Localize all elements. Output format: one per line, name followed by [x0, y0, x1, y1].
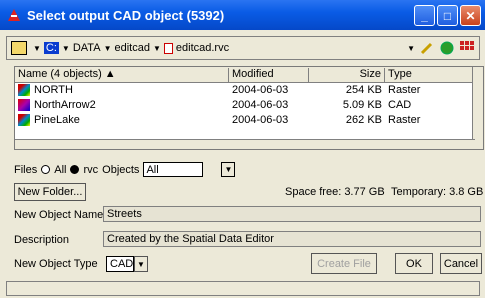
- temporary-space: Temporary: 3.8 GB: [391, 186, 484, 198]
- file-icon: [163, 42, 173, 54]
- list-item[interactable]: NORTH 2004-06-03 254 KB Raster: [15, 83, 475, 98]
- breadcrumb: ▼ C: ▼ DATA ▼ editcad ▼ editcad.rvc: [33, 42, 229, 54]
- item-name: PineLake: [34, 114, 80, 126]
- breadcrumb-drive[interactable]: C:: [43, 42, 59, 54]
- new-object-type-label: New Object Type: [14, 258, 98, 270]
- all-radio-label: All: [54, 163, 67, 176]
- title-bar[interactable]: Select output CAD object (5392) _ □ ✕: [0, 0, 485, 30]
- raster-icon: [18, 114, 30, 126]
- description-field[interactable]: Created by the Spatial Data Editor: [103, 231, 481, 247]
- item-type: Raster: [388, 114, 421, 126]
- rvc-radio-label: rvc: [83, 163, 99, 176]
- maximize-button[interactable]: □: [437, 5, 458, 26]
- path-bar: ▼ C: ▼ DATA ▼ editcad ▼ editcad.rvc ▼: [6, 36, 480, 60]
- item-size: 5.09 KB: [342, 99, 382, 111]
- objects-label: Objects: [102, 163, 140, 176]
- grid-icon[interactable]: [459, 40, 475, 56]
- chevron-down-icon[interactable]: ▼: [104, 44, 112, 53]
- item-size: 262 KB: [345, 114, 382, 126]
- all-radio[interactable]: [41, 165, 51, 174]
- column-header-size[interactable]: Size: [309, 68, 385, 82]
- ok-button[interactable]: OK: [395, 253, 433, 274]
- vertical-scrollbar[interactable]: [472, 67, 483, 149]
- item-modified: 2004-06-03: [232, 114, 289, 126]
- chevron-down-icon[interactable]: ▼: [153, 44, 161, 53]
- item-size: 254 KB: [345, 84, 382, 96]
- list-item[interactable]: NorthArrow2 2004-06-03 5.09 KB CAD: [15, 98, 475, 113]
- item-type: Raster: [388, 84, 421, 96]
- chevron-down-icon[interactable]: ▼: [62, 44, 70, 53]
- column-header-modified[interactable]: Modified: [229, 68, 309, 82]
- horizontal-scrollbar[interactable]: [15, 139, 475, 149]
- status-bar: [6, 281, 480, 296]
- chevron-down-icon[interactable]: ▼: [33, 44, 41, 53]
- column-header-type[interactable]: Type: [385, 68, 477, 82]
- rvc-radio[interactable]: [70, 165, 80, 174]
- breadcrumb-folder-data[interactable]: DATA: [73, 42, 101, 54]
- cad-icon: [18, 99, 30, 111]
- chevron-down-icon[interactable]: ▼: [221, 162, 236, 177]
- new-object-name-field[interactable]: Streets: [103, 206, 481, 222]
- cancel-button[interactable]: Cancel: [440, 253, 482, 274]
- list-item[interactable]: PineLake 2004-06-03 262 KB Raster: [15, 113, 475, 128]
- item-type: CAD: [388, 99, 412, 111]
- column-header-name[interactable]: Name (4 objects) ▲: [15, 68, 229, 82]
- new-folder-button[interactable]: New Folder...: [14, 183, 86, 201]
- item-modified: 2004-06-03: [232, 99, 289, 111]
- app-icon: [8, 9, 20, 21]
- breadcrumb-file[interactable]: editcad.rvc: [176, 42, 229, 54]
- file-list[interactable]: Name (4 objects) ▲ Modified Size Type NO…: [14, 66, 484, 150]
- object-type-select[interactable]: CAD: [106, 256, 134, 272]
- description-label: Description: [14, 234, 70, 246]
- folder-icon[interactable]: [11, 41, 27, 55]
- close-button[interactable]: ✕: [460, 5, 481, 26]
- breadcrumb-folder-editcad[interactable]: editcad: [114, 42, 149, 54]
- window-title: Select output CAD object (5392): [27, 7, 225, 23]
- globe-icon[interactable]: [439, 40, 455, 56]
- file-filter: Files All rvc Objects All ▼: [14, 162, 236, 177]
- item-name: NORTH: [34, 84, 73, 96]
- space-free: Space free: 3.77 GB: [285, 186, 385, 198]
- pencil-icon[interactable]: [419, 40, 435, 56]
- chevron-down-icon[interactable]: ▼: [134, 256, 148, 272]
- new-object-name-label: New Object Name: [14, 209, 104, 221]
- files-label: Files: [14, 163, 38, 176]
- item-name: NorthArrow2: [34, 99, 96, 111]
- raster-icon: [18, 84, 30, 96]
- history-dropdown-icon[interactable]: ▼: [407, 44, 415, 53]
- create-file-button[interactable]: Create File: [311, 253, 377, 274]
- objects-select[interactable]: All: [143, 162, 204, 177]
- minimize-button[interactable]: _: [414, 5, 435, 26]
- item-modified: 2004-06-03: [232, 84, 289, 96]
